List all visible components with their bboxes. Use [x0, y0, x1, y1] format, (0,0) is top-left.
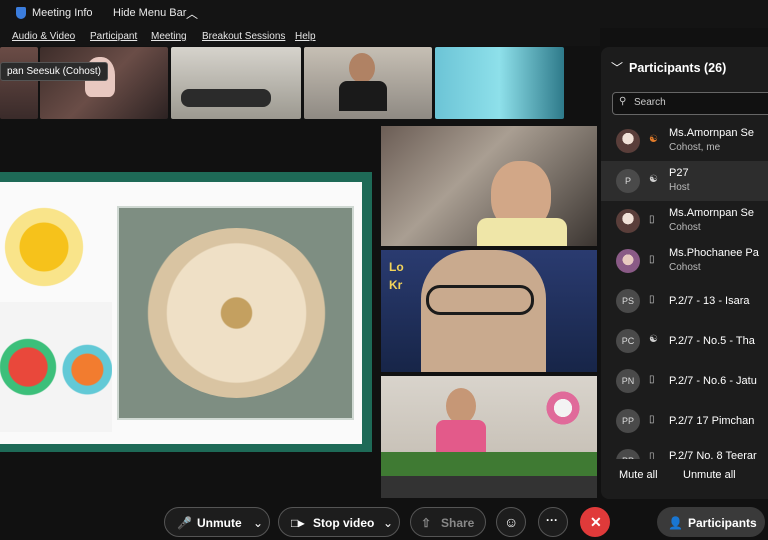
- unmute-all-button[interactable]: Unmute all: [683, 469, 736, 481]
- close-icon: ✕: [590, 514, 602, 530]
- background-text: Lo: [389, 260, 404, 274]
- panel-title: Participants (26): [629, 61, 727, 75]
- more-options-button[interactable]: ···: [538, 507, 568, 537]
- chevron-down-icon[interactable]: ﹀: [611, 59, 623, 76]
- participant-name: P.2/7 - 13 - Isara: [669, 295, 750, 307]
- menu-audio-video[interactable]: Audio & Video: [12, 31, 75, 42]
- avatar: PC: [616, 329, 640, 353]
- video-camera-icon: □▸: [291, 516, 305, 530]
- participants-button[interactable]: 👤 Participants: [657, 507, 765, 537]
- participant-row[interactable]: ▯ Ms.Amornpan Se Cohost: [601, 201, 768, 241]
- participant-row[interactable]: ▯ Ms.Phochanee Pa Cohost: [601, 241, 768, 281]
- menu-meeting[interactable]: Meeting: [151, 31, 187, 42]
- avatar: [616, 129, 640, 153]
- participant-row[interactable]: PS ▯ P.2/7 - 13 - Isara: [601, 281, 768, 321]
- video-tile[interactable]: Lo Kr: [381, 250, 597, 372]
- participants-label: Participants: [688, 516, 757, 530]
- video-tile[interactable]: [381, 376, 597, 498]
- avatar: [616, 249, 640, 273]
- muted-mic-icon: 🎤: [177, 516, 192, 530]
- video-thumbnail[interactable]: [435, 47, 564, 119]
- avatar: PP: [616, 449, 640, 459]
- leave-meeting-button[interactable]: ✕: [580, 507, 610, 537]
- reactions-button[interactable]: ☺: [496, 507, 526, 537]
- menu-breakout-sessions[interactable]: Breakout Sessions: [202, 31, 285, 42]
- avatar: PP: [616, 409, 640, 433]
- flower-vase: [541, 388, 585, 428]
- flower-decoration: [0, 192, 110, 292]
- phone-icon: ▯: [649, 374, 655, 385]
- headset-icon: ☯: [649, 174, 658, 185]
- participant-name: Ms.Amornpan Se: [669, 127, 754, 139]
- top-bar: Meeting Info Hide Menu Bar ︿: [0, 0, 768, 28]
- stop-video-label: Stop video: [313, 516, 375, 530]
- participant-name: Ms.Phochanee Pa: [669, 247, 759, 259]
- avatar: [616, 209, 640, 233]
- banana-leaf-krathong-photo: [117, 206, 354, 420]
- avatar: PN: [616, 369, 640, 393]
- stop-video-button[interactable]: □▸ Stop video ⌄: [278, 507, 400, 537]
- phone-icon: ▯: [649, 451, 655, 459]
- video-thumbnail[interactable]: [171, 47, 301, 119]
- smiley-icon: ☺: [504, 514, 519, 530]
- participant-name: P.2/7 - No.6 - Jatu: [669, 375, 757, 387]
- unmute-label: Unmute: [197, 516, 242, 530]
- hide-menu-bar-button[interactable]: Hide Menu Bar: [113, 7, 186, 19]
- participant-name: P.2/7 No. 8 Teerar: [669, 450, 757, 459]
- participant-role: Cohost, me: [669, 142, 721, 153]
- search-input[interactable]: ⚲ Search: [612, 92, 768, 115]
- participants-panel: ﹀ Participants (26) ⚲ Search ☯ Ms.Amornp…: [601, 47, 768, 499]
- participant-role: Cohost: [669, 222, 701, 233]
- chevron-up-icon[interactable]: ︿: [186, 5, 198, 22]
- glasses: [426, 285, 534, 315]
- shield-icon: [16, 7, 26, 19]
- menu-participant[interactable]: Participant: [90, 31, 137, 42]
- person-icon: 👤: [668, 516, 683, 530]
- avatar: P: [616, 169, 640, 193]
- mute-all-button[interactable]: Mute all: [619, 469, 658, 481]
- headset-icon: ☯: [649, 134, 658, 145]
- video-tile[interactable]: [381, 126, 597, 246]
- participant-name: Ms.Amornpan Se: [669, 207, 754, 219]
- video-thumbnail[interactable]: [0, 47, 38, 119]
- video-thumbnail[interactable]: [40, 47, 168, 119]
- share-label: Share: [441, 516, 475, 530]
- shared-screen: [0, 172, 372, 452]
- video-thumbnail[interactable]: [304, 47, 432, 119]
- phone-icon: ▯: [649, 214, 655, 225]
- phone-icon: ▯: [649, 414, 655, 425]
- phone-icon: ▯: [649, 294, 655, 305]
- unmute-button[interactable]: 🎤 Unmute ⌄: [164, 507, 270, 537]
- participant-role: Host: [669, 182, 690, 193]
- participant-row[interactable]: PC ☯ P.2/7 - No.5 - Tha: [601, 321, 768, 361]
- avatar: PS: [616, 289, 640, 313]
- participant-row[interactable]: PP ▯ P.2/7 17 Pimchan: [601, 401, 768, 441]
- search-icon: ⚲: [619, 96, 627, 107]
- participant-name: P.2/7 17 Pimchan: [669, 415, 755, 427]
- participant-name: P.2/7 - No.5 - Tha: [669, 335, 755, 347]
- share-screen-icon: ⇧: [421, 516, 432, 530]
- background-text: Kr: [389, 278, 403, 292]
- participant-name-tag: pan Seesuk (Cohost): [0, 62, 108, 81]
- participant-row[interactable]: PN ▯ P.2/7 - No.6 - Jatu: [601, 361, 768, 401]
- participant-role: Cohost: [669, 262, 701, 273]
- participant-name: P27: [669, 167, 689, 179]
- menu-help[interactable]: Help: [295, 31, 316, 42]
- participant-row[interactable]: PP ▯ P.2/7 No. 8 Teerar: [601, 441, 768, 459]
- more-icon: ···: [546, 513, 558, 527]
- chevron-down-icon[interactable]: ⌄: [383, 516, 393, 530]
- meeting-info-button[interactable]: Meeting Info: [32, 7, 93, 19]
- menu-bar: Audio & Video Participant Meeting Breako…: [0, 28, 600, 46]
- search-placeholder: Search: [634, 97, 666, 108]
- phone-icon: ▯: [649, 254, 655, 265]
- participant-row[interactable]: P ☯ P27 Host: [601, 161, 768, 201]
- panel-footer: Mute all Unmute all: [601, 459, 768, 499]
- share-button[interactable]: ⇧ Share: [410, 507, 486, 537]
- participant-row[interactable]: ☯ Ms.Amornpan Se Cohost, me: [601, 121, 768, 161]
- krathong-image: [0, 302, 112, 432]
- chevron-down-icon[interactable]: ⌄: [253, 516, 263, 530]
- headset-icon: ☯: [649, 334, 658, 345]
